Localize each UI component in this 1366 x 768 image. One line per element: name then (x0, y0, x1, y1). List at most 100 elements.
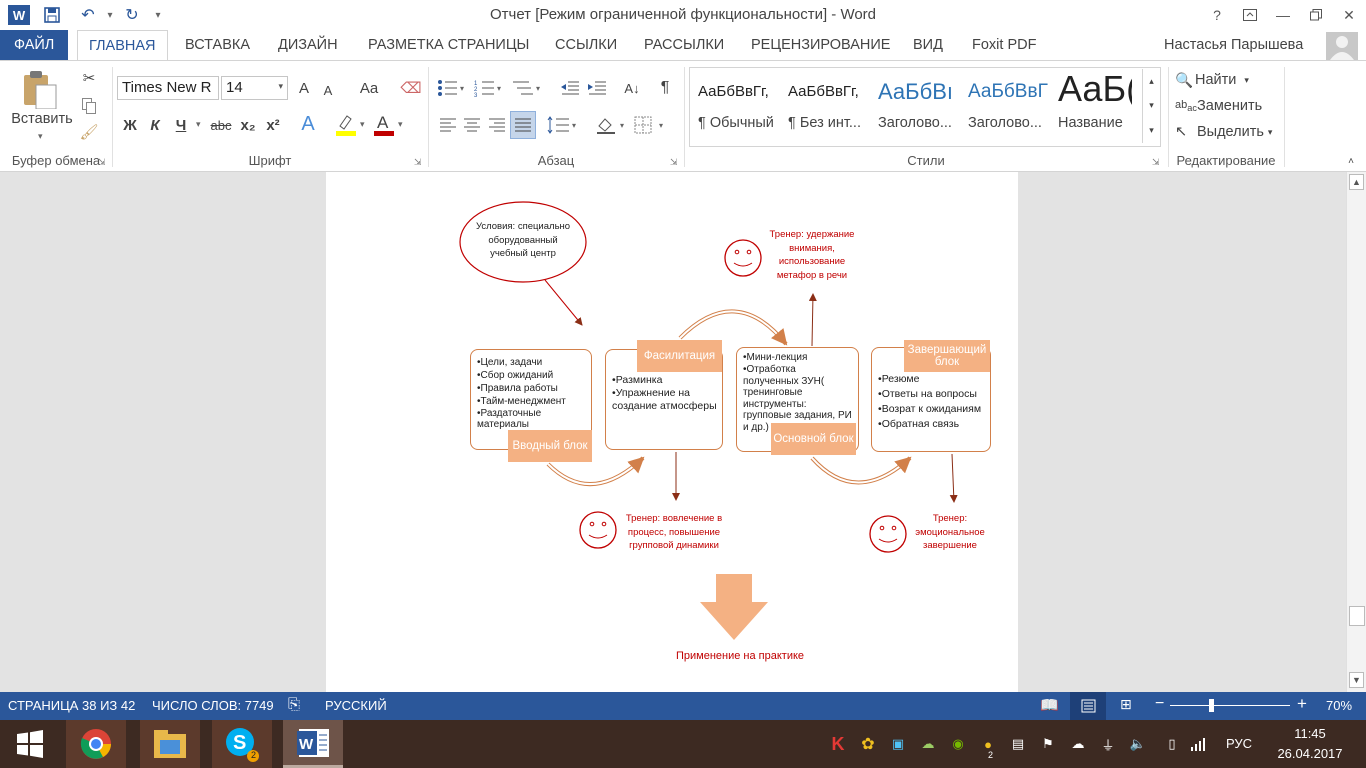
decrease-indent-icon[interactable] (558, 76, 582, 100)
tab-view[interactable]: ВИД (902, 30, 954, 60)
action-center-flag-icon[interactable]: ⚑ (1038, 734, 1058, 754)
file-explorer-taskbar-icon[interactable] (140, 720, 200, 768)
shrink-font-button[interactable]: A (318, 79, 338, 101)
document-page[interactable]: Условия: специально оборудованный учебны… (326, 172, 1018, 692)
word-taskbar-icon[interactable]: W (283, 720, 343, 768)
page-count[interactable]: СТРАНИЦА 38 ИЗ 42 (8, 698, 135, 713)
tab-design[interactable]: ДИЗАЙН (267, 30, 349, 60)
zoom-in-button[interactable]: + (1297, 694, 1307, 714)
paste-icon[interactable] (18, 69, 62, 110)
zoom-out-button[interactable]: − (1155, 695, 1164, 713)
cut-icon[interactable]: ✂ (78, 67, 100, 89)
help-button[interactable]: ? (1200, 0, 1234, 30)
clear-formatting-icon[interactable]: ⌫ (400, 76, 422, 100)
minimize-button[interactable]: — (1266, 0, 1300, 30)
replace-button[interactable]: abac Заменить (1175, 95, 1285, 117)
bold-button[interactable]: Ж (119, 113, 141, 137)
styles-scroll-up-icon[interactable]: ▴ (1142, 69, 1160, 93)
usb-tray-icon[interactable]: ⏚ (1098, 734, 1118, 754)
zoom-slider-thumb[interactable] (1209, 699, 1214, 712)
sort-icon[interactable]: A↓ (620, 76, 644, 100)
italic-button[interactable]: К (144, 113, 166, 137)
align-left-icon[interactable] (436, 113, 460, 137)
subscript-button[interactable]: x₂ (237, 113, 259, 137)
paste-dropdown-icon[interactable]: ▾ (38, 131, 43, 142)
increase-indent-icon[interactable] (585, 76, 609, 100)
styles-more-icon[interactable]: ▾ (1142, 117, 1160, 143)
underline-button[interactable]: Ч (170, 113, 192, 137)
restore-button[interactable] (1299, 0, 1333, 30)
read-mode-icon[interactable]: 📖 (1040, 696, 1059, 714)
styles-scroll-down-icon[interactable]: ▾ (1142, 93, 1160, 117)
scroll-thumb[interactable] (1349, 606, 1365, 626)
font-launcher-icon[interactable]: ⇲ (414, 157, 422, 168)
select-button[interactable]: ↖ Выделить ▾ (1175, 121, 1285, 143)
close-button[interactable]: ✕ (1332, 0, 1366, 30)
print-layout-icon[interactable] (1070, 692, 1106, 720)
chrome-taskbar-icon[interactable] (66, 720, 126, 768)
word-count[interactable]: ЧИСЛО СЛОВ: 7749 (152, 698, 274, 713)
shading-icon[interactable]: ▾ (594, 113, 628, 137)
borders-icon[interactable]: ▾ (632, 113, 668, 137)
multilevel-list-icon[interactable]: ▾ (510, 76, 544, 100)
align-right-icon[interactable] (485, 113, 509, 137)
highlight-icon[interactable] (334, 111, 358, 137)
font-size-combo[interactable]: 14 ▾ (221, 76, 288, 100)
tab-layout[interactable]: РАЗМЕТКА СТРАНИЦЫ (357, 30, 540, 60)
style-heading-1[interactable]: АаБбВı Заголово... (872, 69, 962, 139)
superscript-button[interactable]: x² (262, 113, 284, 137)
grow-font-button[interactable]: A (294, 76, 314, 100)
justify-icon[interactable] (510, 111, 536, 139)
bullets-icon[interactable]: ▾ (436, 76, 468, 100)
network-app-tray-icon[interactable]: ▣ (888, 734, 908, 754)
clock-date[interactable]: 26.04.2017 (1270, 746, 1350, 761)
keyboard-tray-icon[interactable]: ▤ (1008, 734, 1028, 754)
text-effects-icon[interactable]: A (296, 111, 320, 137)
style-title[interactable]: АаБ( Название (1052, 69, 1132, 139)
sync-tray-icon[interactable]: ☁ (918, 734, 938, 754)
web-layout-icon[interactable]: ⊞ (1120, 696, 1132, 713)
tab-insert[interactable]: ВСТАВКА (174, 30, 261, 60)
kaspersky-tray-icon[interactable]: K (828, 734, 848, 754)
style-normal[interactable]: АаБбВвГг, ¶ Обычный (692, 69, 782, 139)
tab-foxit-pdf[interactable]: Foxit PDF (961, 30, 1047, 60)
start-button[interactable] (0, 720, 60, 768)
copy-icon[interactable] (78, 95, 100, 117)
font-color-dropdown-icon[interactable]: ▾ (398, 119, 403, 130)
font-name-combo[interactable]: Times New R (117, 76, 219, 100)
paragraph-launcher-icon[interactable]: ⇲ (670, 157, 678, 168)
user-name[interactable]: Настасья Парышева (1153, 30, 1314, 60)
collapse-ribbon-icon[interactable]: ˄ (1342, 153, 1360, 169)
wifi-signal-icon[interactable] (1188, 734, 1208, 754)
align-center-icon[interactable] (460, 113, 484, 137)
line-spacing-icon[interactable]: ▾ (546, 113, 580, 137)
volume-icon[interactable]: 🔈 (1128, 734, 1148, 754)
zoom-level[interactable]: 70% (1326, 698, 1352, 713)
language-indicator[interactable]: РУССКИЙ (325, 698, 387, 713)
tab-references[interactable]: ССЫЛКИ (544, 30, 628, 60)
style-no-spacing[interactable]: АаБбВвГг, ¶ Без инт... (782, 69, 872, 139)
highlight-dropdown-icon[interactable]: ▾ (360, 119, 365, 130)
clock-time[interactable]: 11:45 (1270, 726, 1350, 741)
tab-home[interactable]: ГЛАВНАЯ (77, 30, 168, 61)
flower-tray-icon[interactable]: ✿ (858, 734, 878, 754)
nvidia-tray-icon[interactable]: ◉ (948, 734, 968, 754)
format-painter-icon[interactable]: 🖌 (78, 121, 100, 143)
strikethrough-button[interactable]: abc (207, 113, 235, 137)
styles-launcher-icon[interactable]: ⇲ (1152, 157, 1160, 168)
paste-button[interactable]: Вставить (4, 111, 80, 127)
ribbon-display-options-icon[interactable] (1233, 0, 1267, 30)
onedrive-tray-icon[interactable]: ☁ (1068, 734, 1088, 754)
find-button[interactable]: 🔍 Найти ▾ (1175, 69, 1285, 91)
change-case-button[interactable]: Aa (352, 76, 386, 100)
scroll-up-icon[interactable]: ▲ (1349, 174, 1364, 190)
input-language[interactable]: РУС (1226, 736, 1252, 751)
skype-taskbar-icon[interactable]: S 2 (212, 720, 272, 768)
underline-dropdown-icon[interactable]: ▾ (196, 119, 201, 130)
clipboard-launcher-icon[interactable]: ⇲ (98, 157, 106, 168)
vertical-scrollbar[interactable]: ▲ ▼ (1346, 172, 1366, 692)
tab-mailings[interactable]: РАССЫЛКИ (633, 30, 735, 60)
font-color-icon[interactable]: A (372, 111, 396, 137)
tab-file[interactable]: ФАЙЛ (0, 30, 69, 60)
avatar[interactable] (1326, 32, 1358, 60)
